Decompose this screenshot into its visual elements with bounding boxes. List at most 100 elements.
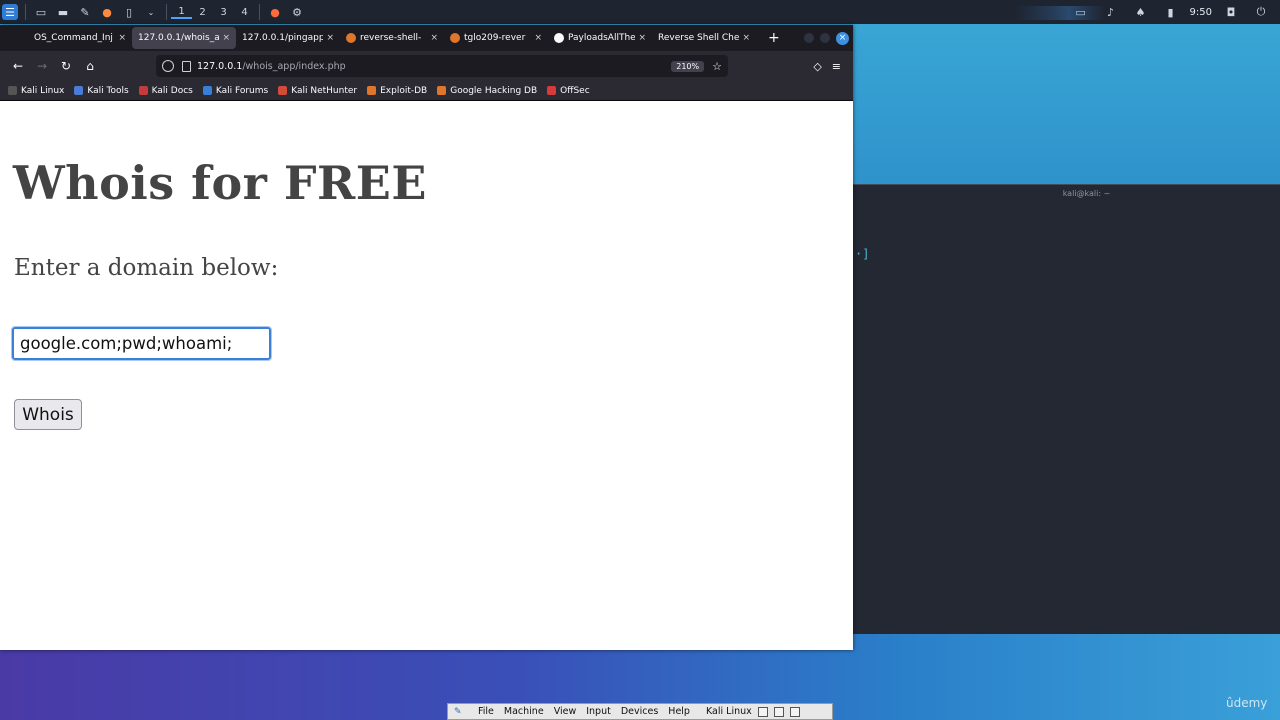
pocket-icon[interactable]: ◇ bbox=[813, 60, 821, 73]
close-window-button[interactable]: × bbox=[836, 31, 849, 45]
forward-button[interactable]: → bbox=[30, 54, 54, 78]
tab-label: OS_Command_Inj bbox=[34, 33, 113, 43]
shield-icon[interactable] bbox=[162, 60, 174, 72]
close-icon[interactable]: × bbox=[222, 33, 230, 43]
lock-icon[interactable]: ◘ bbox=[1223, 4, 1239, 20]
flame-icon bbox=[450, 33, 460, 43]
text-editor-icon[interactable]: ✎ bbox=[77, 4, 93, 20]
terminal-window[interactable]: kali@kali: ~ ·] bbox=[853, 184, 1280, 634]
tab-label: 127.0.0.1/pingapp bbox=[242, 33, 324, 43]
notification-bell-icon[interactable]: ♠ bbox=[1133, 4, 1149, 20]
chevron-down-icon[interactable]: ⌄ bbox=[143, 4, 159, 20]
close-icon[interactable]: × bbox=[326, 33, 334, 43]
docs-icon bbox=[138, 86, 148, 95]
vbox-minimize-button[interactable] bbox=[757, 706, 768, 717]
tab-label: 127.0.0.1/whois_a bbox=[138, 33, 220, 43]
bookmark-label: Kali Forums bbox=[215, 85, 269, 96]
close-icon[interactable]: × bbox=[742, 33, 750, 43]
bookmark-kali-nethunter[interactable]: Kali NetHunter bbox=[278, 86, 357, 96]
vbox-menu-view[interactable]: View bbox=[554, 706, 577, 717]
battery-icon[interactable]: ▮ bbox=[1163, 4, 1179, 20]
bookmarks-toolbar: Kali Linux Kali Tools Kali Docs Kali For… bbox=[0, 81, 853, 101]
github-icon bbox=[554, 33, 564, 43]
kali-icon bbox=[8, 86, 17, 95]
bookmark-kali-tools[interactable]: Kali Tools bbox=[74, 85, 129, 96]
bookmark-label: Kali Tools bbox=[87, 85, 129, 96]
nav-bar: ← → ↻ ⌂ 127.0.0.1/whois_app/index.php 21… bbox=[0, 51, 853, 81]
power-icon[interactable]: ⏻ bbox=[1253, 4, 1269, 20]
vbox-menu-help[interactable]: Help bbox=[668, 706, 690, 717]
page-info-icon[interactable] bbox=[182, 60, 191, 72]
close-icon[interactable]: × bbox=[430, 33, 438, 43]
close-icon[interactable]: × bbox=[638, 33, 646, 43]
workspace-1[interactable]: 1 bbox=[171, 6, 192, 19]
tools-icon bbox=[74, 86, 84, 95]
udemy-watermark: ûdemy bbox=[1226, 696, 1268, 710]
settings-task-icon[interactable]: ⚙ bbox=[289, 4, 305, 20]
tab-label: PayloadsAllThe bbox=[568, 33, 636, 43]
workspace-4[interactable]: 4 bbox=[234, 7, 255, 18]
bookmark-kali-linux[interactable]: Kali Linux bbox=[8, 86, 64, 96]
bookmark-google-hacking-db[interactable]: Google Hacking DB bbox=[437, 86, 537, 96]
vbox-title: Kali Linux bbox=[705, 706, 752, 717]
zoom-badge[interactable]: 210% bbox=[671, 60, 705, 72]
close-icon[interactable]: × bbox=[534, 33, 542, 43]
url-path: /whois_app/index.php bbox=[242, 60, 346, 72]
bookmark-label: OffSec bbox=[560, 85, 590, 96]
tab-label: tglo209-rever bbox=[464, 33, 526, 43]
browser-window: OS_Command_Inj × 127.0.0.1/whois_a × 127… bbox=[0, 25, 853, 650]
bookmark-exploit-db[interactable]: Exploit-DB bbox=[367, 86, 427, 96]
tab-pingapp[interactable]: 127.0.0.1/pingapp × bbox=[236, 25, 340, 51]
file-manager-icon[interactable]: ▬ bbox=[55, 4, 71, 20]
vbox-restore-button[interactable] bbox=[773, 706, 784, 717]
bookmark-kali-docs[interactable]: Kali Docs bbox=[138, 86, 193, 96]
reload-button[interactable]: ↻ bbox=[54, 54, 78, 78]
tab-bar: OS_Command_Inj × 127.0.0.1/whois_a × 127… bbox=[0, 25, 853, 51]
bookmark-kali-forums[interactable]: Kali Forums bbox=[202, 85, 269, 96]
domain-input[interactable] bbox=[11, 326, 272, 361]
maximize-button[interactable] bbox=[820, 33, 830, 43]
tab-reverse-shell-cheatsheet[interactable]: Reverse Shell Che × bbox=[652, 25, 756, 51]
panel-clock[interactable]: 9:50 bbox=[1190, 7, 1212, 18]
vbox-menu-file[interactable]: File bbox=[478, 706, 494, 717]
tab-tglo209[interactable]: tglo209-rever × bbox=[444, 25, 548, 51]
panel-separator bbox=[25, 4, 26, 20]
back-button[interactable]: ← bbox=[6, 54, 30, 78]
cpu-graph bbox=[1015, 6, 1105, 20]
window-controls: × bbox=[804, 25, 853, 51]
home-button[interactable]: ⌂ bbox=[78, 54, 102, 78]
tab-payloadsallthethings[interactable]: PayloadsAllThe × bbox=[548, 25, 652, 51]
bookmark-label: Kali Linux bbox=[21, 85, 65, 96]
firefox-icon[interactable]: ● bbox=[99, 4, 115, 20]
bookmark-offsec[interactable]: OffSec bbox=[547, 85, 590, 96]
tab-os-command[interactable]: OS_Command_Inj × bbox=[28, 25, 132, 51]
workspace-3[interactable]: 3 bbox=[213, 7, 234, 18]
minimize-button[interactable] bbox=[804, 33, 814, 43]
url-bar[interactable]: 127.0.0.1/whois_app/index.php 210% ☆ bbox=[156, 55, 728, 77]
bookmark-star-icon[interactable]: ☆ bbox=[712, 60, 722, 73]
vbox-menu-devices[interactable]: Devices bbox=[621, 706, 658, 717]
whois-button[interactable]: Whois bbox=[14, 399, 82, 430]
tab-label: Reverse Shell Che bbox=[658, 33, 740, 43]
firefox-task-icon[interactable]: ● bbox=[267, 4, 283, 20]
terminal-icon[interactable]: ▯ bbox=[121, 4, 137, 20]
kali-menu-icon[interactable]: ☰ bbox=[2, 4, 18, 20]
bookmark-label: Google Hacking DB bbox=[450, 85, 538, 96]
bookmark-label: Exploit-DB bbox=[380, 85, 428, 96]
workspace-2[interactable]: 2 bbox=[192, 7, 213, 18]
vbox-menu-machine[interactable]: Machine bbox=[504, 706, 544, 717]
forums-icon bbox=[202, 86, 212, 95]
menu-icon[interactable]: ≡ bbox=[832, 60, 841, 73]
close-icon[interactable]: × bbox=[118, 33, 126, 43]
exploit-db-icon bbox=[367, 86, 377, 95]
tab-reverse-shell[interactable]: reverse-shell- × bbox=[340, 25, 444, 51]
tab-whois-app[interactable]: 127.0.0.1/whois_a × bbox=[132, 27, 236, 49]
vbox-close-button[interactable] bbox=[789, 706, 800, 717]
vbox-menu-input[interactable]: Input bbox=[586, 706, 611, 717]
offsec-icon bbox=[547, 86, 557, 95]
terminal-prompt: ·] bbox=[855, 247, 870, 261]
show-desktop-icon[interactable]: ▭ bbox=[33, 4, 49, 20]
new-tab-button[interactable]: + bbox=[756, 25, 792, 51]
flame-icon bbox=[346, 33, 356, 43]
page-content: Whois for FREE Enter a domain below: Who… bbox=[0, 101, 853, 650]
